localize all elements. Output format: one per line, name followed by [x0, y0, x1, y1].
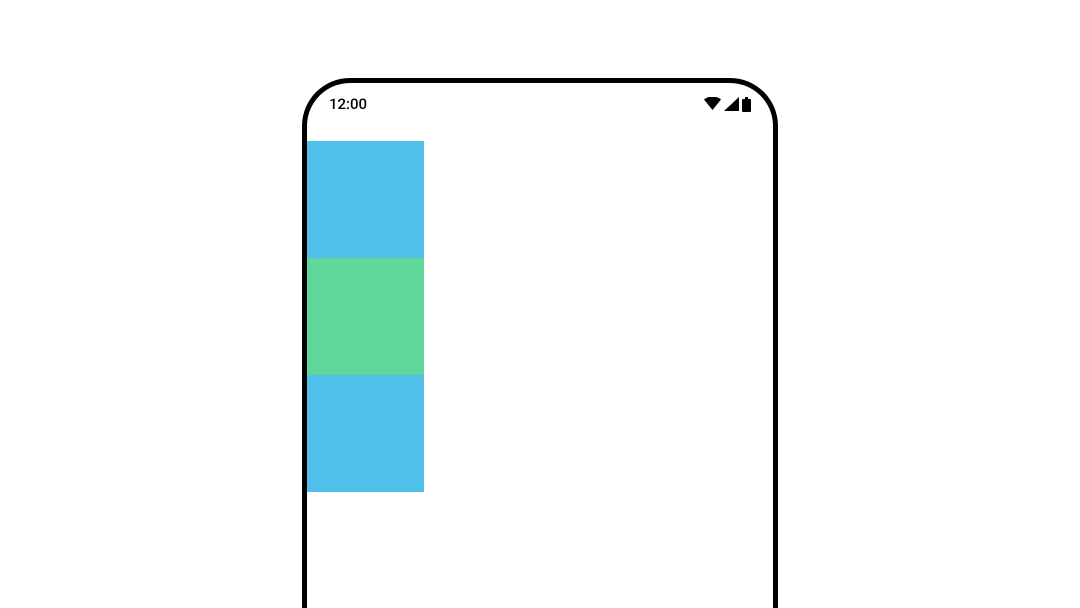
status-time: 12:00 [329, 95, 367, 113]
battery-icon [742, 97, 751, 112]
device-frame: 12:00 [302, 78, 778, 608]
wifi-icon [704, 97, 721, 111]
block-2 [307, 258, 424, 375]
block-1 [307, 141, 424, 258]
blocks-column [307, 141, 424, 492]
cellular-icon [724, 97, 739, 111]
block-3 [307, 375, 424, 492]
status-bar: 12:00 [307, 83, 773, 119]
status-icons [704, 97, 751, 112]
content-area [307, 119, 773, 492]
